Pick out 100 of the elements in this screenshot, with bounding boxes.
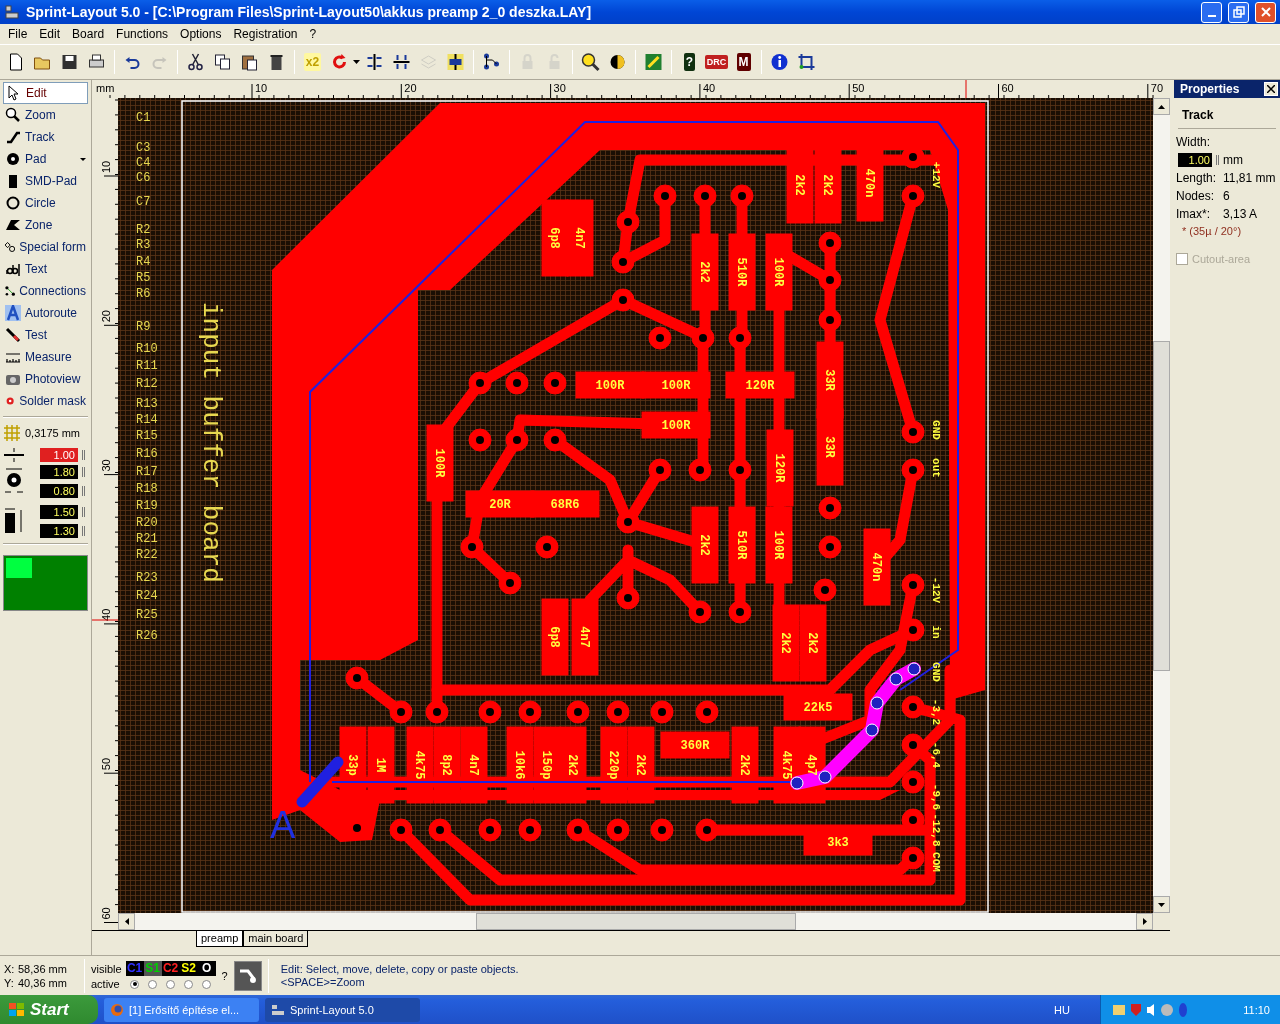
menu-item[interactable]: Functions [110,25,175,43]
component-label: 22k5 [803,701,833,715]
menu-item[interactable]: File [2,25,34,43]
size-field[interactable]: 0.80 [40,483,78,498]
up-arrow-icon[interactable] [1158,104,1165,109]
horizontal-scrollbar[interactable] [118,913,1153,930]
component-label: 2k2 [805,632,819,654]
connector-label: +12V [930,161,942,189]
menu-item[interactable]: Board [66,25,111,43]
tool-button[interactable]: Pad [3,148,88,170]
tool-button[interactable]: Autoroute [3,302,88,324]
size-field[interactable]: 1.80 [40,464,78,479]
component-label: 510R [734,530,748,560]
coordinate-label: X: [4,962,16,975]
autoroute-icon [5,305,21,321]
side-label: C6 [136,171,151,185]
status-message: Edit: Select, move, delete, copy or paste objects. [280,963,519,975]
property-value: 11,81 mm [1223,171,1276,185]
component-label: 4k75 [412,750,426,780]
connector-label: out [930,458,942,478]
right-arrow-icon[interactable] [1142,918,1147,925]
layer-radio[interactable] [148,979,158,989]
browser-icon [110,1002,124,1017]
menu-item[interactable]: Options [174,25,228,43]
menu-item[interactable]: ? [303,25,323,43]
taskbar-button[interactable]: [1] Erősítő építése el... [104,997,259,1022]
help-mark[interactable]: ? [221,969,228,982]
marker-label: A [270,804,296,846]
minimize-icon [1207,15,1216,17]
tool-button[interactable]: Zone [3,214,88,236]
side-label: R11 [136,359,158,373]
component-label: 2k2 [633,754,647,776]
side-label: R19 [136,499,158,513]
toolbar-icon[interactable]: DRC [704,55,729,69]
component-label: 150p [539,750,553,780]
side-label: C1 [136,111,151,125]
vertical-scrollbar[interactable] [1153,98,1170,913]
tool-button[interactable]: Solder mask [3,390,88,412]
menu-item[interactable]: Registration [227,25,304,43]
page-tab[interactable]: main board [243,931,309,947]
connections-icon [5,283,16,299]
side-label: R23 [136,571,158,585]
coordinate-label: Y: [4,976,15,989]
tool-button[interactable]: Photoview [3,368,88,390]
layer-radio[interactable] [166,979,176,989]
grid-size[interactable]: 0,3175 mm [25,427,81,439]
tool-button[interactable]: Circle [3,192,88,214]
tool-button[interactable]: Edit [3,82,88,104]
tool-button[interactable]: Measure [3,346,88,368]
magnifier-icon [5,107,21,123]
taskbar-button[interactable]: Sprint-Layout 5.0 [265,997,420,1022]
component-label: 4n7 [466,754,480,776]
component-label: 4p7 [804,754,818,776]
track-width-icon [3,447,25,462]
language-indicator[interactable]: HU [1054,1003,1070,1016]
side-label: R20 [136,516,158,530]
selected-track[interactable] [790,662,921,790]
layer-radio[interactable] [130,979,140,989]
component-label: 3k3 [827,836,849,850]
layer-radio[interactable] [202,979,212,989]
tool-button[interactable]: Track [3,126,88,148]
tool-button[interactable]: Test [3,324,88,346]
toolbar-icon[interactable]: ? [683,53,696,71]
object-type: Track [1178,98,1276,129]
layer-radio[interactable] [184,979,194,989]
width-field[interactable]: 1.00 [1178,153,1212,167]
property-label: Length: [1176,171,1218,185]
tool-button[interactable]: Text [3,258,88,280]
component-label: 10k6 [512,750,526,780]
size-field[interactable]: 1.00 [40,447,78,462]
caret-icon[interactable] [80,157,86,161]
tool-button[interactable]: SMD-Pad [3,170,88,192]
component-label: 220p [606,750,620,780]
size-field[interactable]: 1.30 [40,523,78,538]
special-form-icon [5,239,16,255]
down-arrow-icon[interactable] [1158,902,1165,907]
tool-button[interactable]: Special form [3,236,88,258]
size-field[interactable]: 1.50 [40,504,78,519]
tool-button[interactable]: Connections [3,280,88,302]
coordinate-value: 58,36 mm [18,962,68,975]
connector-label: -12,8 [930,813,942,847]
component-label: 33R [822,369,836,391]
toolbar-icon[interactable]: M [736,53,751,71]
side-label: R21 [136,532,158,546]
component-label: 68R6 [550,498,580,512]
unit-label: mm [1223,153,1243,167]
page-tab[interactable]: preamp [196,931,244,947]
app-icon [271,1002,285,1017]
minimize-button[interactable] [1201,1,1222,23]
start-button[interactable]: Start [0,995,98,1024]
left-arrow-icon[interactable] [124,918,129,925]
side-label: R5 [136,271,151,285]
tool-button[interactable]: Zoom [3,104,88,126]
connector-label: -6,4 [930,741,942,769]
menu-item[interactable]: Edit [33,25,67,43]
restore-button[interactable] [1228,1,1249,23]
pad-icon [5,151,21,167]
connector-label: -3,2 [930,698,942,726]
component-label: 4n7 [572,227,586,249]
close-button[interactable] [1264,82,1278,96]
